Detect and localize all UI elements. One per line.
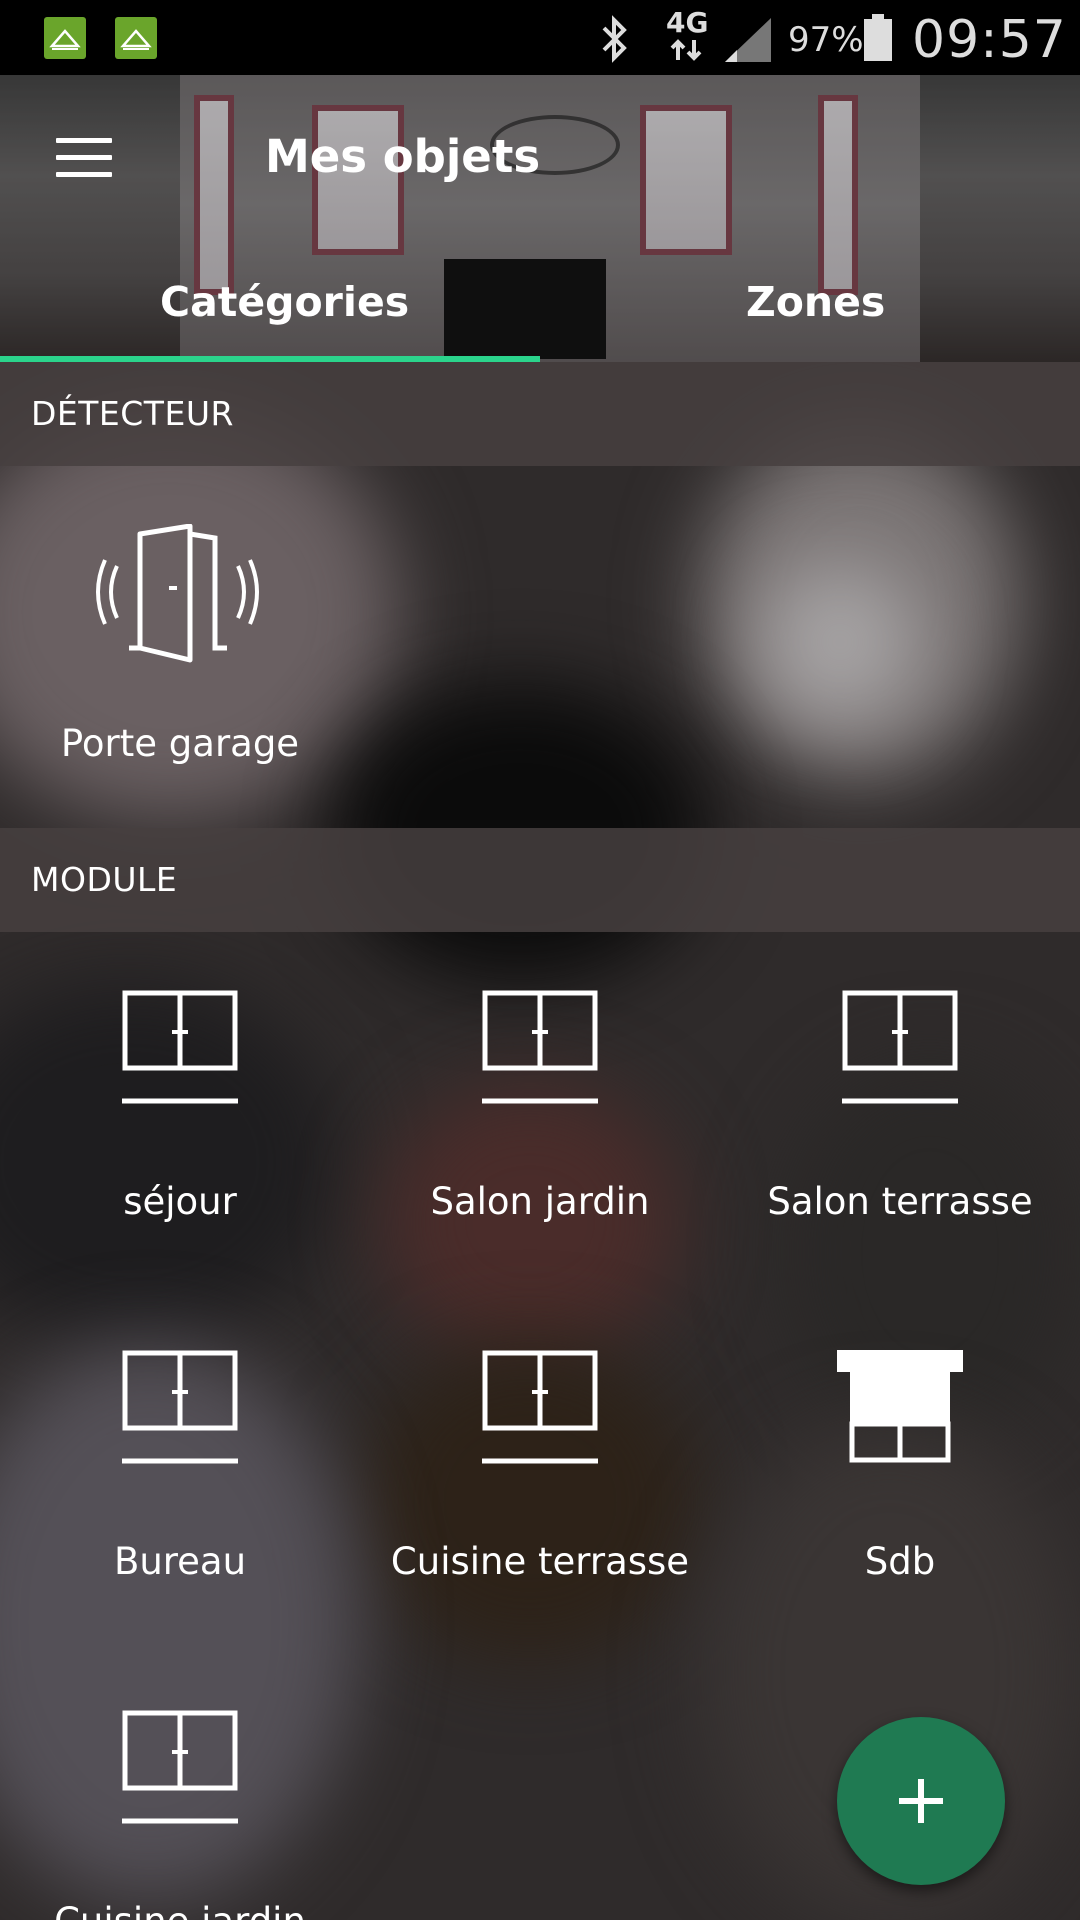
- section-header-module: MODULE: [0, 828, 1080, 932]
- add-object-button[interactable]: [837, 1717, 1005, 1885]
- object-tile-cuisine-terrasse[interactable]: Cuisine terrasse: [360, 1292, 720, 1652]
- object-label: Bureau: [113, 1540, 247, 1583]
- object-label: Sdb: [864, 1540, 936, 1583]
- object-label: Cuisine jardin: [0, 1900, 360, 1920]
- plus-icon: [899, 1779, 943, 1823]
- object-tile-sdb[interactable]: Sdb: [720, 1292, 1080, 1652]
- object-label: Cuisine terrasse: [390, 1540, 690, 1583]
- menu-icon[interactable]: [56, 138, 112, 178]
- section-title: DÉTECTEUR: [31, 394, 234, 433]
- window-icon: [842, 990, 958, 1104]
- section-title: MODULE: [31, 860, 178, 899]
- section-header-detecteur: DÉTECTEUR: [0, 362, 1080, 466]
- object-tile-salon-terrasse[interactable]: Salon terrasse: [720, 932, 1080, 1292]
- window-icon: [482, 990, 598, 1104]
- object-label: séjour: [123, 1180, 237, 1223]
- clock: 09:57: [912, 10, 1067, 70]
- object-tile-cuisine-jardin[interactable]: Cuisine jardin: [0, 1652, 360, 1920]
- network-4g-icon: 4G: [666, 8, 708, 66]
- bluetooth-icon: [602, 15, 627, 63]
- object-tile-sejour[interactable]: séjour: [0, 932, 360, 1292]
- object-label: Porte garage: [60, 722, 300, 765]
- object-label: Salon terrasse: [767, 1180, 1033, 1223]
- window-icon: [482, 1350, 598, 1464]
- object-tile-bureau[interactable]: Bureau: [0, 1292, 360, 1652]
- roller-shutter-icon: [837, 1350, 963, 1463]
- window-icon: [122, 990, 238, 1104]
- battery-percentage: 97%: [788, 20, 864, 60]
- object-label: Salon jardin: [430, 1180, 650, 1223]
- signal-icon: [725, 18, 771, 62]
- object-tile-porte-garage[interactable]: Porte garage: [0, 466, 360, 826]
- page-title: Mes objets: [265, 130, 541, 183]
- window-icon: [122, 1350, 238, 1464]
- window-icon: [122, 1710, 238, 1824]
- app-notification-icon: [44, 17, 86, 59]
- app-notification-icon: [115, 17, 157, 59]
- door-sensor-icon: [96, 524, 259, 663]
- object-tile-salon-jardin[interactable]: Salon jardin: [360, 932, 720, 1292]
- objects-list: DÉTECTEUR Porte garage MODULE séjour Sal…: [0, 362, 1080, 1920]
- tab-categories[interactable]: Catégories: [160, 278, 409, 326]
- status-bar: 4G 97% 09:57: [0, 0, 1080, 75]
- tab-zones[interactable]: Zones: [746, 278, 885, 326]
- battery-icon: [864, 14, 892, 61]
